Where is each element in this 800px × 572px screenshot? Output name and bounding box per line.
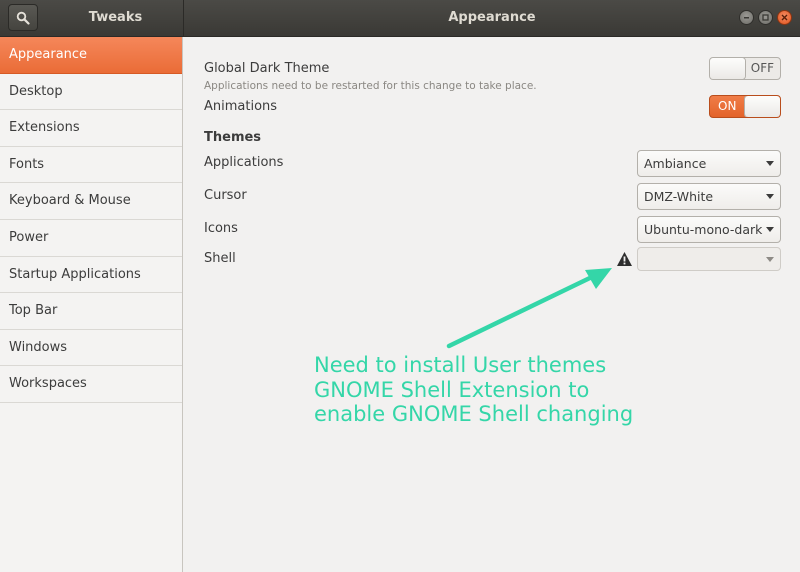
shell-theme-dropdown[interactable] bbox=[637, 247, 781, 271]
chevron-down-icon bbox=[766, 161, 774, 166]
cursor-label: Cursor bbox=[204, 188, 247, 203]
themes-heading: Themes bbox=[204, 130, 262, 145]
dropdown-value: Ambiance bbox=[644, 156, 707, 171]
app-title: Tweaks bbox=[88, 10, 143, 25]
annotation-note: Need to install User themes GNOME Shell … bbox=[314, 353, 633, 427]
annotation-line: enable GNOME Shell changing bbox=[314, 402, 634, 426]
chevron-down-icon bbox=[766, 227, 774, 232]
switch-knob bbox=[710, 58, 745, 79]
sidebar: Appearance Desktop Extensions Fonts Keyb… bbox=[0, 37, 183, 572]
dropdown-value: Ubuntu-mono-dark bbox=[644, 222, 763, 237]
cursor-theme-dropdown[interactable]: DMZ-White bbox=[637, 183, 781, 210]
chevron-down-icon bbox=[766, 257, 774, 262]
applications-label: Applications bbox=[204, 155, 284, 170]
sidebar-item-top-bar[interactable]: Top Bar bbox=[0, 293, 182, 330]
page-title: Appearance bbox=[448, 10, 536, 25]
global-dark-theme-label: Global Dark Theme bbox=[204, 61, 330, 76]
shell-label: Shell bbox=[204, 251, 236, 266]
minimize-button[interactable] bbox=[739, 10, 754, 25]
sidebar-item-desktop[interactable]: Desktop bbox=[0, 74, 182, 111]
switch-state-label: OFF bbox=[750, 61, 774, 75]
minimize-icon bbox=[744, 17, 749, 19]
sidebar-item-startup-applications[interactable]: Startup Applications bbox=[0, 257, 182, 294]
icons-theme-dropdown[interactable]: Ubuntu-mono-dark bbox=[637, 216, 781, 243]
animations-switch[interactable]: ON bbox=[709, 95, 781, 118]
chevron-down-icon bbox=[766, 194, 774, 199]
sidebar-item-windows[interactable]: Windows bbox=[0, 330, 182, 367]
applications-theme-dropdown[interactable]: Ambiance bbox=[637, 150, 781, 177]
icons-label: Icons bbox=[204, 221, 238, 236]
warning-triangle-icon bbox=[617, 252, 632, 266]
appearance-panel: Global Dark Theme Applications need to b… bbox=[184, 37, 800, 572]
sidebar-item-extensions[interactable]: Extensions bbox=[0, 110, 182, 147]
maximize-icon bbox=[762, 14, 769, 21]
sidebar-item-keyboard-mouse[interactable]: Keyboard & Mouse bbox=[0, 183, 182, 220]
annotation-line: Need to install User themes bbox=[314, 353, 607, 377]
global-dark-theme-switch[interactable]: OFF bbox=[709, 57, 781, 80]
sidebar-item-power[interactable]: Power bbox=[0, 220, 182, 257]
animations-label: Animations bbox=[204, 99, 278, 114]
close-icon bbox=[781, 14, 788, 21]
sidebar-item-workspaces[interactable]: Workspaces bbox=[0, 366, 182, 403]
window-controls bbox=[739, 10, 792, 25]
sidebar-item-fonts[interactable]: Fonts bbox=[0, 147, 182, 184]
dropdown-value: DMZ-White bbox=[644, 189, 714, 204]
header-bar: Tweaks Appearance bbox=[0, 0, 800, 37]
close-button[interactable] bbox=[777, 10, 792, 25]
maximize-button[interactable] bbox=[758, 10, 773, 25]
restart-note: Applications need to be restarted for th… bbox=[204, 80, 537, 92]
switch-knob bbox=[745, 96, 780, 117]
annotation-line: GNOME Shell Extension to bbox=[314, 377, 590, 402]
switch-state-label: ON bbox=[718, 99, 737, 113]
sidebar-item-appearance[interactable]: Appearance bbox=[0, 37, 182, 74]
